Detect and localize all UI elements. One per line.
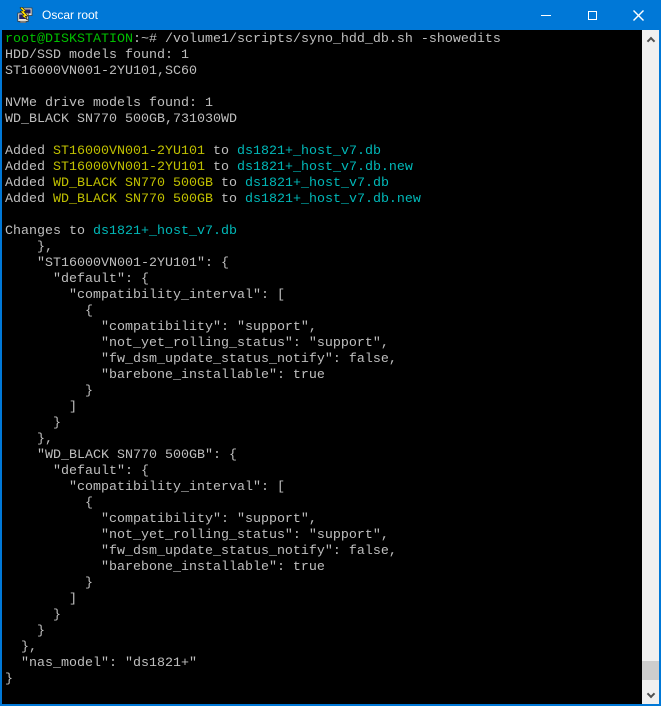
terminal-line: {	[5, 496, 642, 512]
terminal-line: Added ST16000VN001-2YU101 to ds1821+_hos…	[5, 160, 642, 176]
terminal-line: "barebone_installable": true	[5, 560, 642, 576]
scrollbar-up-button[interactable]	[642, 30, 659, 47]
window-title: Oscar root	[42, 8, 523, 22]
terminal-line: WD_BLACK SN770 500GB,731030WD	[5, 112, 642, 128]
terminal-line: Added WD_BLACK SN770 500GB to ds1821+_ho…	[5, 192, 642, 208]
terminal-line: },	[5, 640, 642, 656]
terminal-line: },	[5, 432, 642, 448]
terminal-line: Added WD_BLACK SN770 500GB to ds1821+_ho…	[5, 176, 642, 192]
terminal-line: "ST16000VN001-2YU101": {	[5, 256, 642, 272]
terminal-output: root@DISKSTATION:~# /volume1/scripts/syn…	[5, 32, 642, 688]
terminal-line: ]	[5, 592, 642, 608]
terminal-line: root@DISKSTATION:~# /volume1/scripts/syn…	[5, 32, 642, 48]
terminal-line: "compatibility_interval": [	[5, 480, 642, 496]
terminal-line: },	[5, 240, 642, 256]
terminal-line: Added ST16000VN001-2YU101 to ds1821+_hos…	[5, 144, 642, 160]
title-bar[interactable]: Oscar root	[0, 0, 661, 30]
chevron-down-icon	[646, 689, 654, 697]
terminal-line: }	[5, 672, 642, 688]
terminal-line: "not_yet_rolling_status": "support",	[5, 528, 642, 544]
terminal-line: "fw_dsm_update_status_notify": false,	[5, 544, 642, 560]
terminal-line: ST16000VN001-2YU101,SC60	[5, 64, 642, 80]
terminal-line	[5, 80, 642, 96]
minimize-icon	[541, 15, 551, 16]
terminal-line: }	[5, 576, 642, 592]
terminal-line: NVMe drive models found: 1	[5, 96, 642, 112]
terminal-line: {	[5, 304, 642, 320]
terminal-line: "nas_model": "ds1821+"	[5, 656, 642, 672]
putty-window: Oscar root root@DISKSTATION:~# /volume1/…	[0, 0, 661, 706]
terminal-line: "default": {	[5, 464, 642, 480]
terminal-line: }	[5, 384, 642, 400]
terminal-line	[5, 208, 642, 224]
scrollbar-thumb[interactable]	[642, 661, 659, 680]
terminal-line: }	[5, 416, 642, 432]
terminal-line: "barebone_installable": true	[5, 368, 642, 384]
scrollbar-down-button[interactable]	[642, 687, 659, 704]
close-button[interactable]	[615, 0, 661, 30]
terminal-line: "WD_BLACK SN770 500GB": {	[5, 448, 642, 464]
terminal-line: "not_yet_rolling_status": "support",	[5, 336, 642, 352]
terminal-line: }	[5, 624, 642, 640]
terminal-screen[interactable]: root@DISKSTATION:~# /volume1/scripts/syn…	[2, 30, 642, 704]
terminal-line	[5, 128, 642, 144]
chevron-up-icon	[646, 36, 654, 44]
terminal-line: "compatibility_interval": [	[5, 288, 642, 304]
putty-app-icon[interactable]	[17, 7, 33, 23]
close-icon	[633, 10, 644, 21]
terminal-line: ]	[5, 400, 642, 416]
scrollbar[interactable]	[642, 30, 659, 704]
minimize-button[interactable]	[523, 0, 569, 30]
maximize-button[interactable]	[569, 0, 615, 30]
terminal-line: "compatibility": "support",	[5, 320, 642, 336]
maximize-icon	[588, 11, 597, 20]
terminal-line: "fw_dsm_update_status_notify": false,	[5, 352, 642, 368]
terminal-line: Changes to ds1821+_host_v7.db	[5, 224, 642, 240]
window-body: root@DISKSTATION:~# /volume1/scripts/syn…	[0, 30, 661, 706]
terminal-line: HDD/SSD models found: 1	[5, 48, 642, 64]
terminal-line: "compatibility": "support",	[5, 512, 642, 528]
terminal-line: "default": {	[5, 272, 642, 288]
terminal-line: }	[5, 608, 642, 624]
